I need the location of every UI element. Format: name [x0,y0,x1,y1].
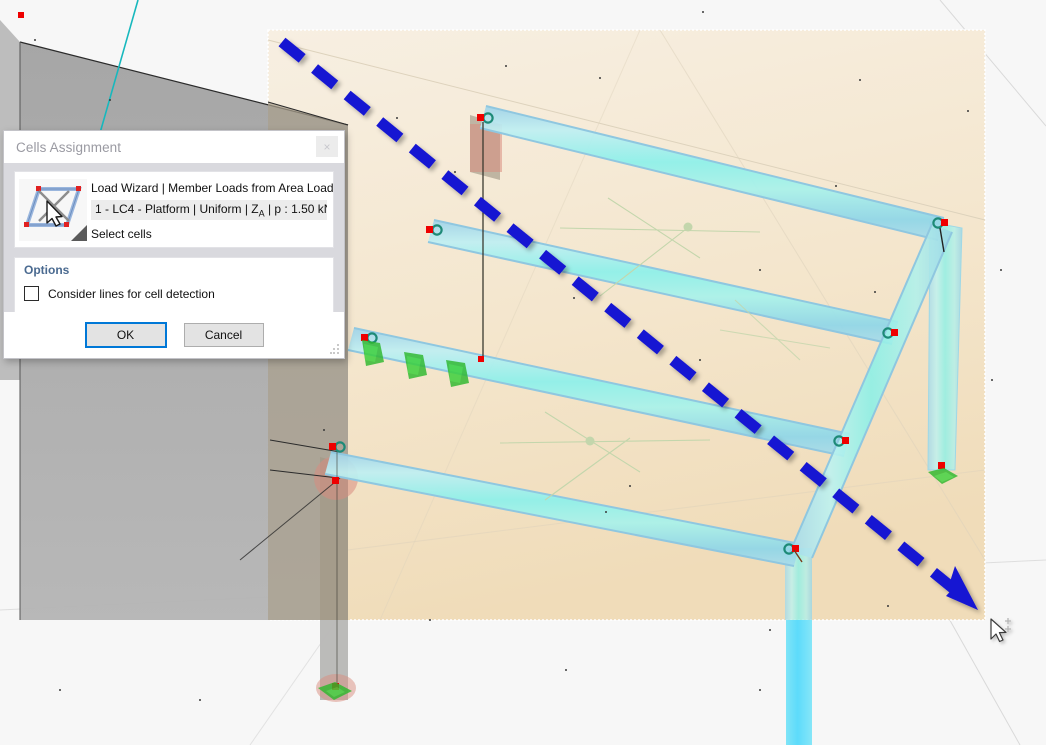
load-value-suffix: | p : 1.50 kN/… [265,202,327,216]
cell-parallelogram-cursor-icon [19,179,87,241]
ok-button[interactable]: OK [85,322,167,348]
load-summary-panel: Load Wizard | Member Loads from Area Loa… [14,171,334,248]
model-graphics [0,0,1046,745]
model-viewport[interactable] [0,0,1046,745]
close-icon[interactable]: × [316,136,338,157]
load-wizard-title: Load Wizard | Member Loads from Area Loa… [91,181,327,195]
application-window: Cells Assignment × Load Wizard | Memb [0,0,1046,745]
options-panel: Options Consider lines for cell detectio… [14,257,334,315]
dialog-title: Cells Assignment [4,140,121,155]
load-value-prefix: 1 - LC4 - Platform | Uniform | Z [95,202,259,216]
cancel-button[interactable]: Cancel [184,323,264,347]
consider-lines-row[interactable]: Consider lines for cell detection [15,277,333,301]
column-bottom-middle [785,548,812,745]
consider-lines-checkbox[interactable] [24,286,39,301]
cells-assignment-dialog[interactable]: Cells Assignment × Load Wizard | Memb [3,130,345,359]
select-cells-hint: Select cells [91,227,327,241]
options-section-title: Options [15,258,333,277]
resize-grip[interactable] [330,344,341,355]
consider-lines-label: Consider lines for cell detection [48,287,215,301]
dialog-button-bar: OK Cancel [4,312,344,358]
load-case-value[interactable]: 1 - LC4 - Platform | Uniform | ZA | p : … [91,200,327,220]
node-marker [18,12,24,18]
dialog-titlebar[interactable]: Cells Assignment × [4,131,344,163]
load-text-group: Load Wizard | Member Loads from Area Loa… [87,176,333,241]
